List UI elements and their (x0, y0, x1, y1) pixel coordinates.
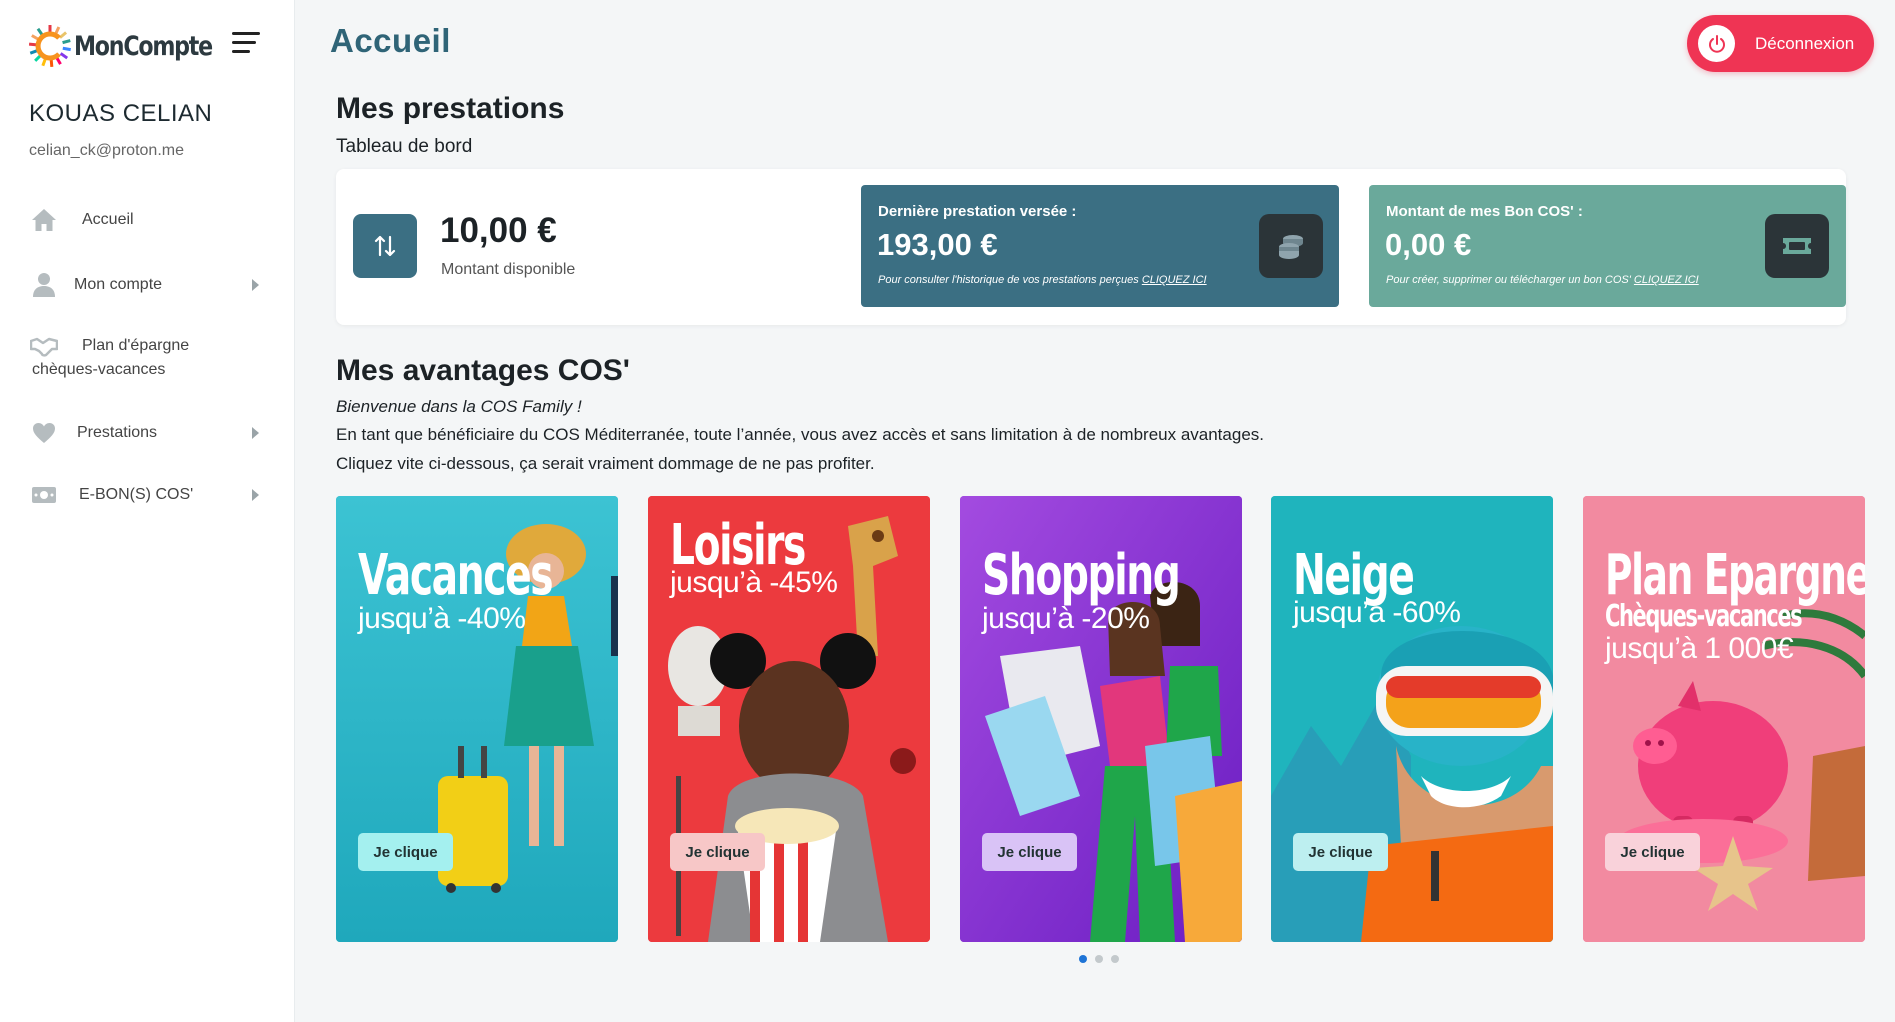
carousel-pagination (1079, 955, 1119, 963)
heart-icon (30, 420, 58, 446)
sidebar-item-label: Mon compte (74, 276, 163, 293)
sidebar-item-prestations[interactable]: Prestations (0, 409, 294, 457)
promo-card-shopping[interactable]: Shopping jusqu’à -20% Je clique (960, 496, 1242, 942)
promo-card-plan-epargne[interactable]: Plan Epargne Chèques-vacances jusqu’à 1 … (1583, 496, 1865, 942)
user-icon (30, 272, 58, 298)
promo-title: Plan Epargne (1605, 543, 1865, 608)
promo-card-loisirs[interactable]: Loisirs jusqu’à -45% Je clique (648, 496, 930, 942)
promo-card-neige[interactable]: Neige jusqu’à -60% Je clique (1271, 496, 1553, 942)
sidebar-item-ebons[interactable]: E-BON(S) COS' (0, 471, 294, 519)
sidebar: MonCompte KOUAS CELIAN celian_ck@proton.… (0, 0, 295, 1022)
last-payment-note: Pour consulter l'historique de vos prest… (878, 274, 1207, 286)
chevron-right-icon (252, 489, 259, 501)
last-payment-note-text: Pour consulter l'historique de vos prest… (878, 274, 1139, 286)
available-amount-label: Montant disponible (441, 261, 576, 278)
prestations-title: Mes prestations (336, 92, 565, 125)
promo-subtitle: jusqu’à -45% (670, 566, 838, 599)
sidebar-item-label: Accueil (82, 211, 134, 228)
last-payment-value: 193,00 € (877, 227, 998, 262)
bon-cos-title: Montant de mes Bon COS' : (1386, 203, 1583, 220)
transfer-arrows-icon (353, 214, 417, 278)
page-title: Accueil (330, 22, 451, 59)
last-payment-title: Dernière prestation versée : (878, 203, 1077, 220)
chevron-right-icon (252, 427, 259, 439)
sidebar-item-label: Prestations (77, 424, 158, 441)
carousel-dot[interactable] (1079, 955, 1087, 963)
sidebar-item-label-line2: chèques-vacances (32, 361, 166, 378)
user-name: KOUAS CELIAN (29, 100, 213, 127)
last-payment-link[interactable]: CLIQUEZ ICI (1142, 274, 1207, 286)
bon-cos-link[interactable]: CLIQUEZ ICI (1634, 274, 1699, 286)
coins-icon (1259, 214, 1323, 278)
bon-cos-note-text: Pour créer, supprimer ou télécharger un … (1386, 274, 1631, 286)
avantages-title: Mes avantages COS' (336, 354, 630, 387)
bon-cos-note: Pour créer, supprimer ou télécharger un … (1386, 274, 1699, 286)
promo-button[interactable]: Je clique (1605, 833, 1700, 871)
promo-title: Vacances (358, 543, 554, 608)
power-icon (1698, 25, 1735, 62)
carousel-dot[interactable] (1095, 955, 1103, 963)
promo-title-line2: Chèques-vacances (1605, 599, 1803, 634)
logo[interactable]: MonCompte (28, 24, 242, 68)
dashboard-card: 10,00 € Montant disponible Dernière pres… (336, 169, 1846, 325)
promo-subtitle: jusqu’à -40% (358, 602, 526, 635)
logo-sunburst-icon (28, 24, 72, 68)
promo-title: Shopping (982, 543, 1181, 608)
avantages-line1: En tant que bénéficiaire du COS Méditerr… (336, 425, 1264, 444)
menu-toggle-icon[interactable] (232, 31, 260, 55)
promo-subtitle: jusqu’à 1 000€ (1605, 632, 1794, 665)
user-email: celian_ck@proton.me (29, 142, 184, 159)
home-icon (30, 207, 58, 233)
promo-button[interactable]: Je clique (670, 833, 765, 871)
sidebar-item-mon-compte[interactable]: Mon compte (0, 261, 294, 309)
avantages-line2: Cliquez vite ci-dessous, ça serait vraim… (336, 454, 875, 473)
promo-subtitle: jusqu’à -20% (982, 602, 1150, 635)
sidebar-item-plan-epargne[interactable]: Plan d'épargne chèques-vacances (0, 334, 294, 388)
carousel-dot[interactable] (1111, 955, 1119, 963)
promo-button[interactable]: Je clique (982, 833, 1077, 871)
available-amount: 10,00 € (440, 211, 557, 250)
sidebar-item-accueil[interactable]: Accueil (0, 196, 294, 244)
logo-text: MonCompte (74, 30, 213, 62)
banknote-icon (30, 482, 58, 508)
avantages-welcome: Bienvenue dans la COS Family ! (336, 397, 582, 416)
promo-subtitle: jusqu’à -60% (1293, 596, 1461, 629)
chevron-right-icon (252, 279, 259, 291)
prestations-subtitle: Tableau de bord (336, 136, 473, 157)
ticket-icon (1765, 214, 1829, 278)
logout-label: Déconnexion (1755, 33, 1855, 53)
bon-cos-value: 0,00 € (1385, 227, 1472, 262)
bon-cos-box: Montant de mes Bon COS' : 0,00 € Pour cr… (1369, 185, 1846, 307)
sidebar-item-label: E-BON(S) COS' (79, 486, 194, 503)
last-payment-box: Dernière prestation versée : 193,00 € Po… (861, 185, 1339, 307)
promo-button[interactable]: Je clique (1293, 833, 1388, 871)
sidebar-item-label-line1: Plan d'épargne (82, 337, 190, 354)
handshake-icon (30, 334, 58, 360)
logout-button[interactable]: Déconnexion (1687, 15, 1874, 72)
promo-button[interactable]: Je clique (358, 833, 453, 871)
promo-card-vacances[interactable]: Vacances jusqu’à -40% Je clique (336, 496, 618, 942)
